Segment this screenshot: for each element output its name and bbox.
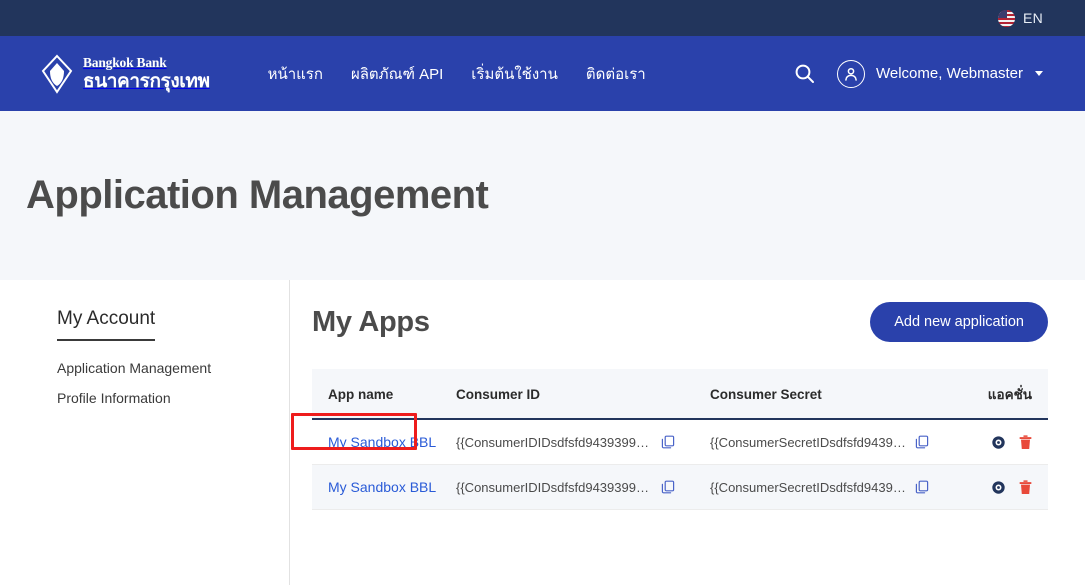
copy-icon[interactable] — [661, 435, 675, 449]
my-apps-title: My Apps — [312, 305, 430, 338]
main-navigation-bar: Bangkok Bank ธนาคารกรุงเทพ หน้าแรก ผลิตภ… — [0, 36, 1085, 111]
column-header-action: แอคชั่น — [953, 369, 1048, 420]
trash-icon[interactable] — [1019, 480, 1032, 495]
apps-table: App name Consumer ID Consumer Secret แอค… — [312, 369, 1048, 510]
user-avatar-icon — [837, 59, 865, 88]
sidebar-heading: My Account — [57, 308, 156, 341]
nav-link-contact-us[interactable]: ติดต่อเรา — [586, 62, 646, 86]
consumer-secret-value: {{ConsumerSecretIDsdfsfd9439399… — [710, 479, 906, 495]
consumer-id-value: {{ConsumerIDIDsdfsfd9439399495… — [456, 434, 652, 450]
main-header: My Apps Add new application — [312, 302, 1048, 342]
nav-link-home[interactable]: หน้าแรก — [268, 62, 323, 86]
brand-name-en: Bangkok Bank — [83, 55, 167, 71]
cell-consumer-secret: {{ConsumerSecretIDsdfsfd9439399… — [710, 419, 953, 465]
nav-right-group: Welcome, Webmaster — [793, 59, 1043, 88]
page-title: Application Management — [26, 173, 489, 217]
cell-consumer-secret: {{ConsumerSecretIDsdfsfd9439399… — [710, 464, 953, 510]
user-menu[interactable]: Welcome, Webmaster — [837, 59, 1043, 88]
cell-app-name: My Sandbox BBL — [312, 464, 456, 510]
app-name-link[interactable]: My Sandbox BBL — [328, 434, 436, 450]
brand-name-th: ธนาคารกรุงเทพ — [83, 70, 210, 92]
sidebar-item-application-management[interactable]: Application Management — [57, 360, 289, 376]
language-label: EN — [1022, 10, 1043, 26]
table-header-row: App name Consumer ID Consumer Secret แอค… — [312, 369, 1048, 420]
main-panel: My Apps Add new application App name Con… — [290, 280, 1085, 585]
page-content: My Account Application Management Profil… — [0, 280, 1085, 585]
sidebar-item-profile-information[interactable]: Profile Information — [57, 390, 289, 406]
hero-banner: Application Management — [0, 111, 1085, 280]
app-name-link[interactable]: My Sandbox BBL — [328, 479, 436, 495]
nav-link-api-products[interactable]: ผลิตภัณฑ์ API — [351, 62, 443, 86]
eye-icon[interactable] — [991, 480, 1006, 495]
bangkok-bank-logo-icon — [40, 54, 74, 94]
consumer-secret-value: {{ConsumerSecretIDsdfsfd9439399… — [710, 434, 906, 450]
search-icon[interactable] — [793, 63, 815, 85]
cell-consumer-id: {{ConsumerIDIDsdfsfd9439399495… — [456, 464, 710, 510]
cell-actions — [953, 464, 1048, 510]
trash-icon[interactable] — [1019, 435, 1032, 450]
welcome-label: Welcome, Webmaster — [876, 65, 1023, 82]
table-row: My Sandbox BBL {{ConsumerIDIDsdfsfd94393… — [312, 419, 1048, 465]
column-header-consumer-id: Consumer ID — [456, 369, 710, 420]
table-header: App name Consumer ID Consumer Secret แอค… — [312, 369, 1048, 420]
add-new-application-button[interactable]: Add new application — [870, 302, 1048, 342]
copy-icon[interactable] — [915, 435, 929, 449]
nav-link-get-started[interactable]: เริ่มต้นใช้งาน — [471, 62, 558, 86]
language-switcher[interactable]: EN — [997, 9, 1043, 27]
table-body: My Sandbox BBL {{ConsumerIDIDsdfsfd94393… — [312, 419, 1048, 510]
column-header-consumer-secret: Consumer Secret — [710, 369, 953, 420]
sidebar: My Account Application Management Profil… — [0, 280, 290, 585]
cell-app-name: My Sandbox BBL — [312, 419, 456, 465]
chevron-down-icon — [1035, 71, 1043, 76]
eye-icon[interactable] — [991, 435, 1006, 450]
table-row: My Sandbox BBL {{ConsumerIDIDsdfsfd94393… — [312, 464, 1048, 510]
column-header-app-name: App name — [312, 369, 456, 420]
copy-icon[interactable] — [661, 480, 675, 494]
consumer-id-value: {{ConsumerIDIDsdfsfd9439399495… — [456, 479, 652, 495]
cell-actions — [953, 419, 1048, 465]
brand-logo-link[interactable]: Bangkok Bank ธนาคารกรุงเทพ — [40, 54, 210, 94]
cell-consumer-id: {{ConsumerIDIDsdfsfd9439399495… — [456, 419, 710, 465]
us-flag-icon — [997, 9, 1015, 27]
copy-icon[interactable] — [915, 480, 929, 494]
top-utility-bar: EN — [0, 0, 1085, 36]
nav-links: หน้าแรก ผลิตภัณฑ์ API เริ่มต้นใช้งาน ติด… — [268, 62, 646, 86]
